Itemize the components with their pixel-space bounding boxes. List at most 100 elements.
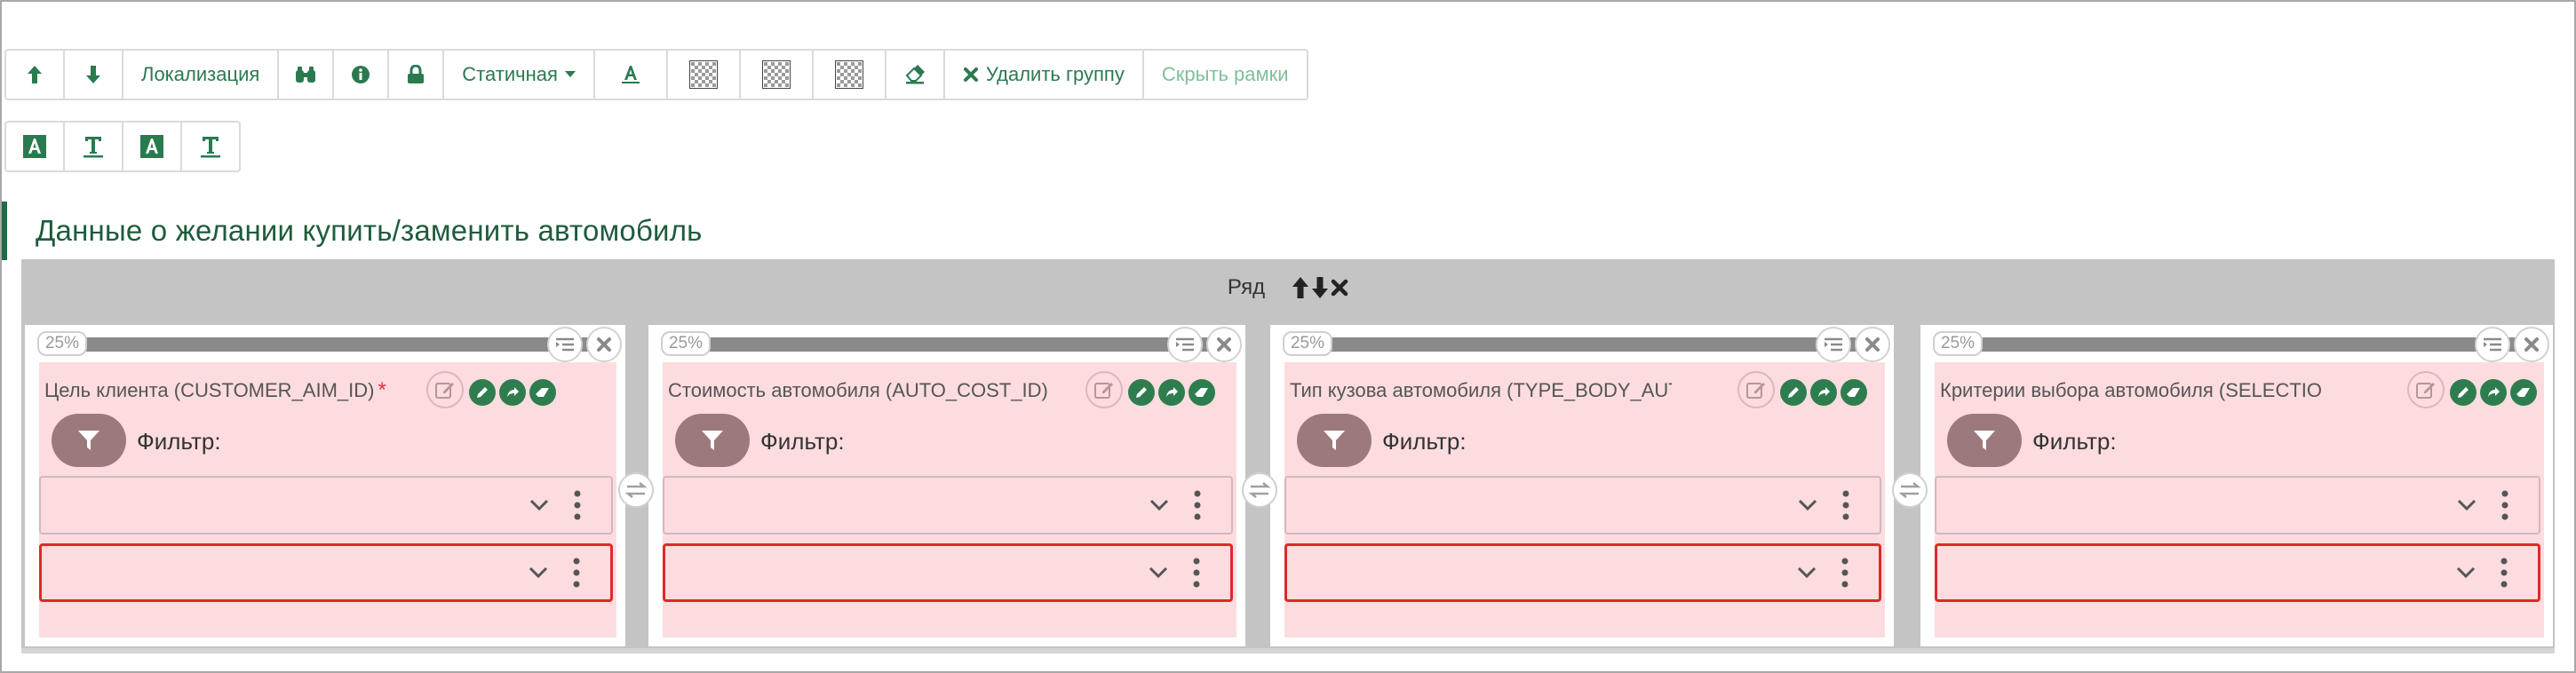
text-underline-icon [201,137,220,158]
column-resize-bar[interactable] [1284,337,1858,352]
value-select[interactable] [663,543,1233,602]
edit-icon [1094,383,1113,399]
edit-icon [1746,383,1765,399]
search-button[interactable] [277,49,335,100]
eraser-icon [1195,388,1208,397]
filter-button[interactable] [1297,414,1371,467]
pencil-button[interactable] [1128,379,1155,406]
filter-select[interactable] [1935,476,2540,534]
move-up-button[interactable] [4,49,65,100]
value-select[interactable] [39,543,613,602]
localization-label: Локализация [141,63,260,85]
arrow-up-icon[interactable] [1292,276,1309,299]
more-vertical-icon[interactable] [2500,558,2508,588]
text-color-button[interactable] [592,49,668,100]
filter-label: Фильтр: [1382,428,1467,455]
hide-frames-button[interactable]: Скрыть рамки [1141,49,1308,100]
filter-select[interactable] [39,476,613,534]
delete-group-button[interactable]: Удалить группу [942,49,1144,100]
swap-icon [1898,482,1921,498]
edit-field-button[interactable] [1085,371,1123,408]
filter-icon [702,431,723,450]
swap-columns-button-1[interactable] [618,472,654,508]
share-icon [1166,387,1178,397]
filter-button[interactable] [52,414,126,467]
lock-button[interactable] [387,49,445,100]
more-vertical-icon[interactable] [1193,558,1200,588]
more-vertical-icon[interactable] [2501,490,2508,520]
share-button[interactable] [1158,379,1185,406]
list-icon [1176,337,1194,352]
column-remove-button[interactable] [1206,327,1242,362]
move-down-button[interactable] [63,49,123,100]
row-label: Ряд [1227,275,1266,299]
text-underline-button-2[interactable] [180,121,241,172]
pencil-button[interactable] [469,379,496,406]
eraser-button[interactable] [884,49,945,100]
chevron-down-icon [2457,499,2477,511]
pencil-icon [2458,387,2469,398]
column-remove-button[interactable] [1855,327,1890,362]
section-title-text: Данные о желании купить/заменить автомоб… [36,214,703,247]
text-underline-icon [83,137,103,158]
close-icon [2524,337,2539,352]
column-remove-button[interactable] [586,327,622,362]
static-dropdown[interactable]: Статичная [442,49,595,100]
share-button[interactable] [2480,379,2507,406]
column-resize-bar[interactable] [39,337,590,352]
text-background-button-2[interactable] [122,121,182,172]
edit-field-button[interactable] [1737,371,1775,408]
filter-button[interactable] [1947,414,2022,467]
text-color-icon [621,66,640,83]
localization-button[interactable]: Локализация [122,49,280,100]
text-background-button-1[interactable] [4,121,65,172]
more-vertical-icon[interactable] [1194,490,1201,520]
value-select[interactable] [1935,543,2540,602]
column-resize-bar[interactable] [663,337,1210,352]
list-icon [1825,337,1842,352]
column-list-button[interactable] [1816,327,1851,362]
field-card: Критерии выбора автомобиля (SELECTION_..… [1935,362,2544,637]
chevron-down-icon [1798,499,1817,511]
swap-columns-button-3[interactable] [1892,472,1928,508]
more-vertical-icon[interactable] [1842,490,1849,520]
share-button[interactable] [499,379,526,406]
filter-button[interactable] [675,414,750,467]
filter-select[interactable] [1284,476,1881,534]
column-list-button[interactable] [1167,327,1203,362]
row-controls [1292,276,1348,299]
page-frame: Локализация Статичная Удалить группу Скр… [0,0,2576,673]
pencil-icon [477,387,488,398]
edit-field-button[interactable] [2407,371,2445,408]
value-select[interactable] [1284,543,1881,602]
edit-field-button[interactable] [426,371,464,408]
column-list-button[interactable] [2475,327,2510,362]
swap-columns-button-2[interactable] [1242,472,1277,508]
filter-label: Фильтр: [760,428,845,455]
close-icon [963,67,978,82]
info-button[interactable] [332,49,390,100]
column-resize-bar[interactable] [1935,337,2517,352]
more-vertical-icon[interactable] [1841,558,1849,588]
column-list-button[interactable] [547,327,583,362]
list-icon [556,337,574,352]
clear-button[interactable] [529,379,556,406]
transparency-button-3[interactable] [811,49,886,100]
transparency-button-2[interactable] [738,49,814,100]
filter-select[interactable] [663,476,1233,534]
share-button[interactable] [1810,379,1837,406]
clear-button[interactable] [1841,379,1867,406]
transparency-button-1[interactable] [665,49,741,100]
clear-button[interactable] [2510,379,2537,406]
text-underline-button-1[interactable] [63,121,123,172]
more-vertical-icon[interactable] [573,558,580,588]
clear-button[interactable] [1189,379,1215,406]
chevron-down-icon [1149,566,1168,579]
pencil-button[interactable] [2450,379,2477,406]
arrow-down-icon[interactable] [1311,276,1329,299]
pencil-button[interactable] [1780,379,1807,406]
close-icon[interactable] [1331,279,1348,297]
text-bg-icon [23,135,46,158]
column-remove-button[interactable] [2514,327,2549,362]
more-vertical-icon[interactable] [574,490,581,520]
